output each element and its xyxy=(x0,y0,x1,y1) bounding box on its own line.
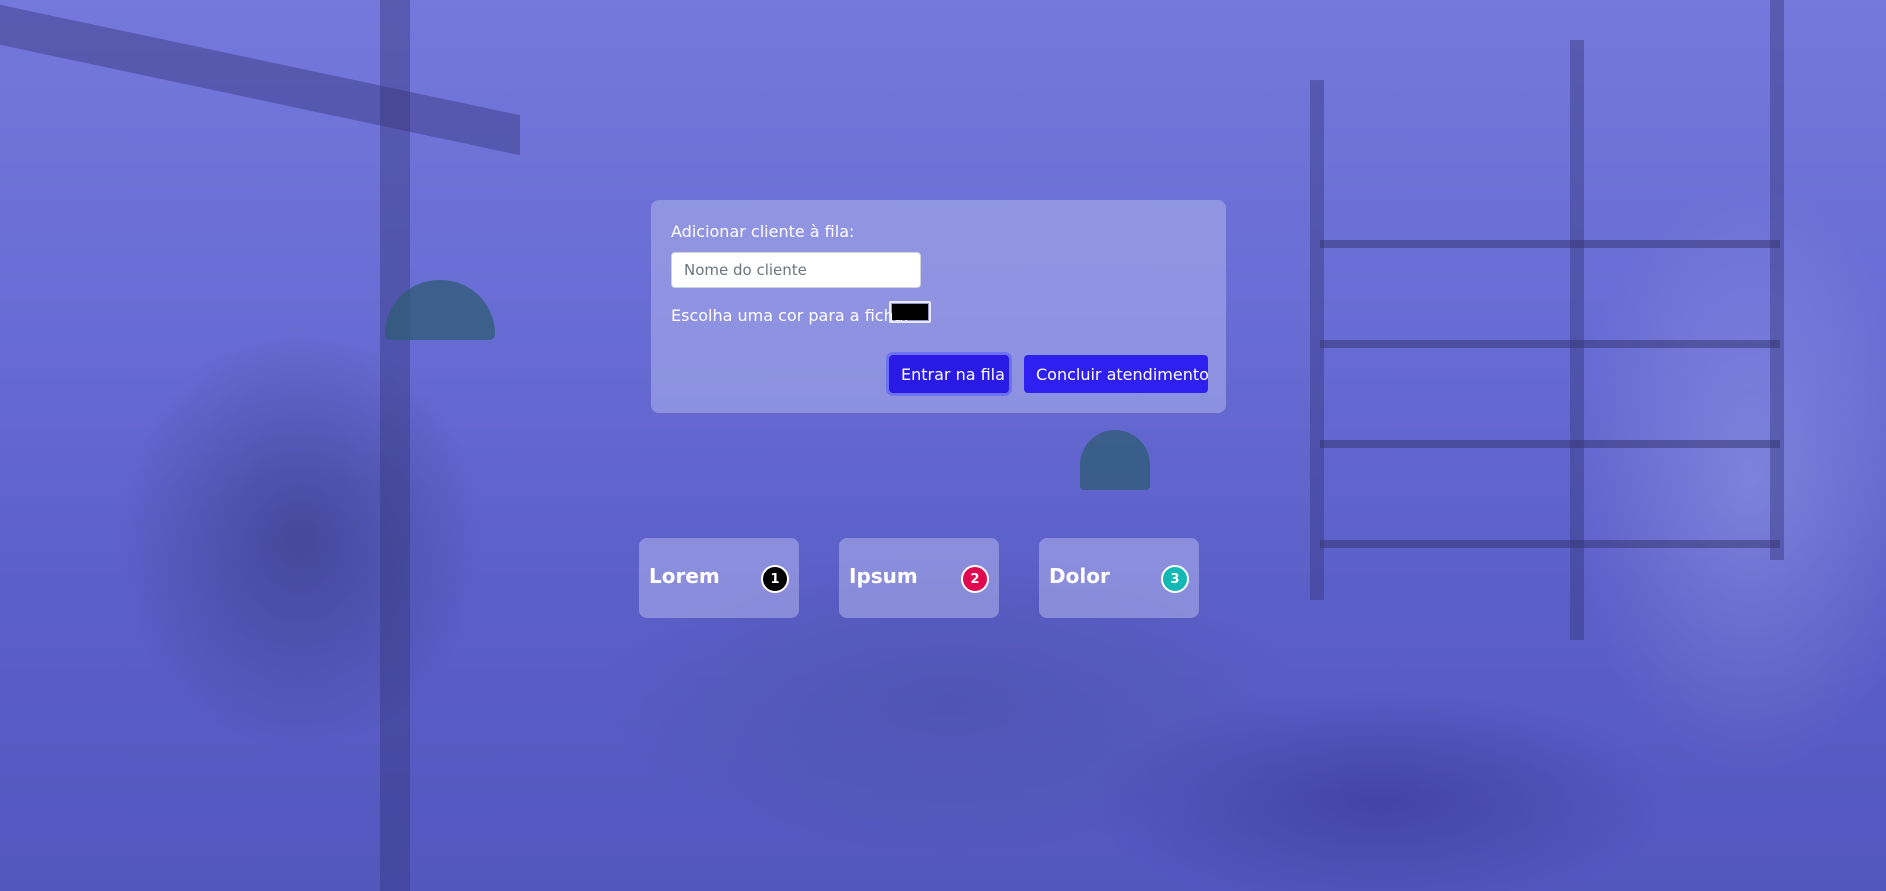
form-label: Adicionar cliente à fila: xyxy=(671,222,855,241)
join-queue-button[interactable]: Entrar na fila xyxy=(889,355,1009,393)
queue-ticket: Lorem 1 xyxy=(639,538,799,618)
queue-ticket: Ipsum 2 xyxy=(839,538,999,618)
client-name-input[interactable] xyxy=(671,252,921,288)
color-picker[interactable] xyxy=(889,301,931,323)
ticket-number-badge: 3 xyxy=(1161,565,1189,593)
queue-ticket: Dolor 3 xyxy=(1039,538,1199,618)
color-picker-swatch xyxy=(892,304,928,320)
ticket-name: Ipsum xyxy=(849,564,918,588)
ticket-number-badge: 2 xyxy=(961,565,989,593)
finish-service-button[interactable]: Concluir atendimento xyxy=(1024,355,1209,393)
add-client-form: Adicionar cliente à fila: Escolha uma co… xyxy=(651,200,1226,413)
ticket-number-badge: 1 xyxy=(761,565,789,593)
ticket-name: Lorem xyxy=(649,564,720,588)
color-picker-label: Escolha uma cor para a ficha: xyxy=(671,306,909,325)
ticket-name: Dolor xyxy=(1049,564,1110,588)
background-tint xyxy=(0,0,1886,891)
